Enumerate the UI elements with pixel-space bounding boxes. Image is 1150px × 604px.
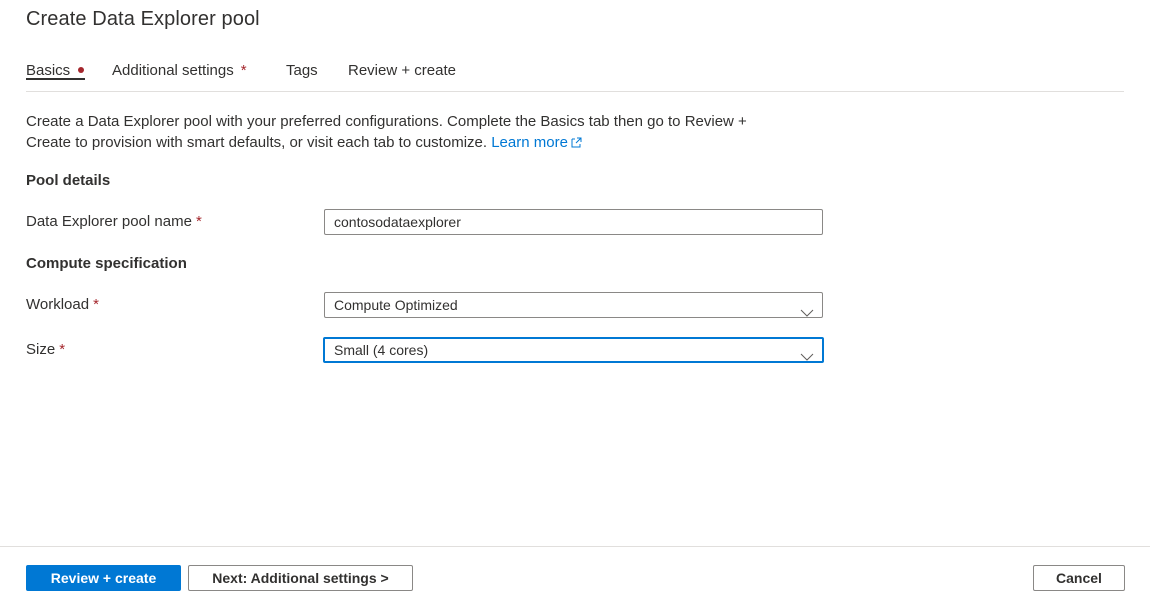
tab-additional-settings[interactable]: Additional settings * [112, 62, 247, 79]
pool-name-value: contosodataexplorer [334, 214, 461, 230]
cancel-button[interactable]: Cancel [1033, 565, 1125, 591]
size-value: Small (4 cores) [334, 342, 429, 358]
learn-more-link[interactable]: Learn more [491, 134, 582, 151]
external-link-icon [571, 133, 582, 154]
active-tab-indicator [26, 78, 85, 80]
compute-specification-heading: Compute specification [26, 255, 187, 272]
tab-additional-settings-label: Additional settings [112, 62, 234, 79]
size-dropdown[interactable]: Small (4 cores) [323, 337, 824, 363]
review-create-button[interactable]: Review + create [26, 565, 181, 591]
required-marker: * [195, 213, 202, 230]
chevron-down-icon [800, 345, 814, 367]
pool-name-label: Data Explorer pool name * [26, 213, 202, 230]
error-dot-icon [78, 67, 85, 73]
pool-details-heading: Pool details [26, 172, 111, 189]
pool-name-label-text: Data Explorer pool name [26, 213, 192, 230]
workload-label: Workload * [26, 296, 99, 313]
workload-label-text: Workload [26, 296, 90, 313]
pool-name-input[interactable]: contosodataexplorer [324, 209, 823, 235]
tab-bar: Basics Additional settings * Tags Review … [26, 62, 1124, 92]
tab-review-create[interactable]: Review + create [348, 62, 456, 79]
intro-line1: Create a Data Explorer pool with your pr… [26, 113, 747, 130]
tab-tags[interactable]: Tags [286, 62, 318, 79]
workload-value: Compute Optimized [334, 297, 458, 313]
next-additional-settings-button[interactable]: Next: Additional settings > [188, 565, 413, 591]
tab-review-create-label: Review + create [348, 62, 456, 79]
learn-more-label: Learn more [491, 134, 568, 151]
chevron-down-icon [800, 300, 814, 324]
tab-basics[interactable]: Basics [26, 62, 85, 80]
required-marker: * [93, 296, 99, 313]
tab-tags-label: Tags [286, 62, 318, 79]
size-label: Size * [26, 341, 65, 358]
workload-dropdown[interactable]: Compute Optimized [324, 292, 823, 318]
required-marker: * [240, 62, 247, 79]
intro-line2: Create to provision with smart defaults,… [26, 134, 488, 151]
required-marker: * [59, 341, 66, 358]
tab-basics-label: Basics [26, 62, 71, 79]
page-title: Create Data Explorer pool [26, 8, 260, 30]
size-label-text: Size [26, 341, 56, 358]
intro-text: Create a Data Explorer pool with your pr… [26, 111, 796, 154]
footer-bar: Review + create Next: Additional setting… [0, 546, 1150, 604]
